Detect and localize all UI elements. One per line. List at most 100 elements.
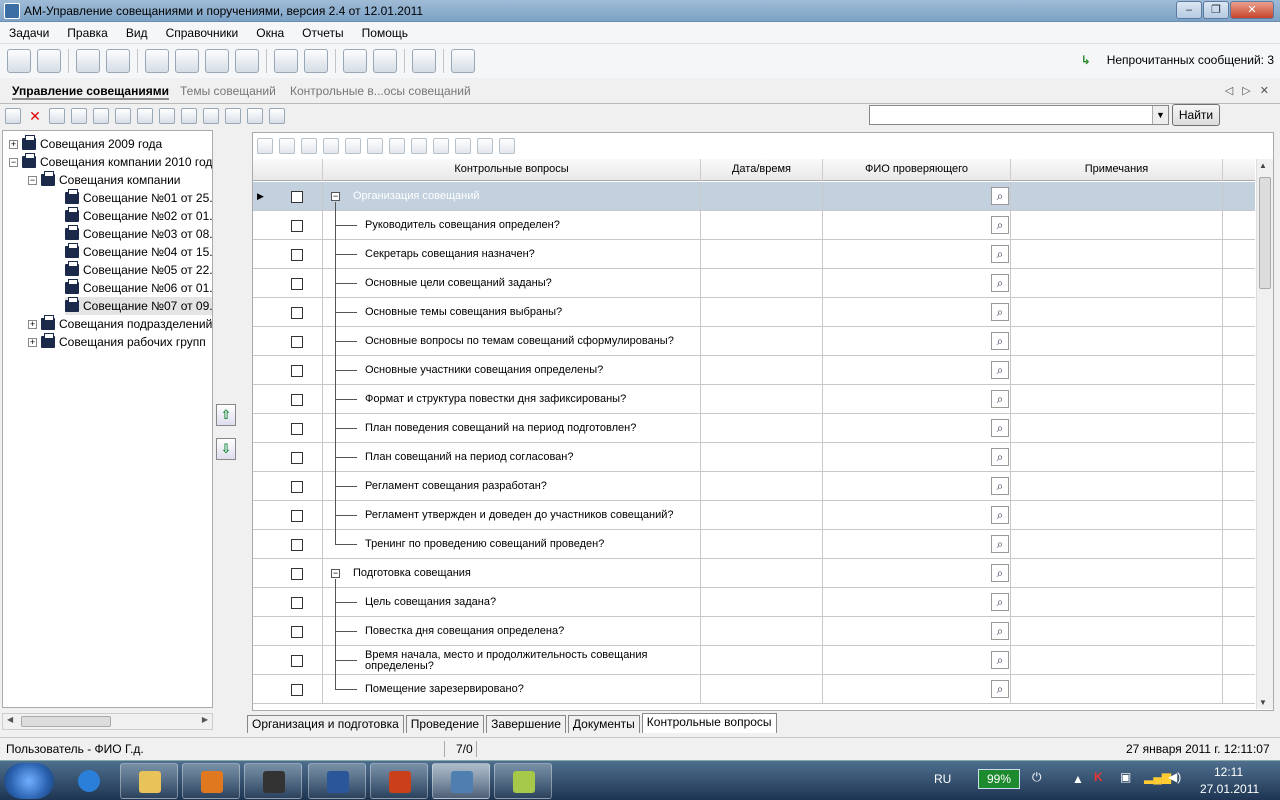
grid-copy-icon[interactable]	[345, 138, 361, 154]
globe-icon[interactable]	[181, 108, 197, 124]
paste-icon[interactable]	[93, 108, 109, 124]
grid-globe-icon[interactable]	[433, 138, 449, 154]
card-icon[interactable]	[412, 49, 436, 73]
menu-edit[interactable]: Правка	[58, 26, 117, 40]
calendar-clock-icon[interactable]	[235, 49, 259, 73]
scroll-thumb[interactable]	[21, 716, 111, 727]
presentation-icon[interactable]	[370, 763, 428, 799]
tree-node[interactable]: Совещание №04 от 15.02.2010	[65, 243, 212, 261]
lookup-inspector-icon[interactable]: ⌕	[991, 419, 1009, 437]
menu-view[interactable]: Вид	[117, 26, 157, 40]
table-row[interactable]: Основные вопросы по темам совещаний сфор…	[253, 327, 1255, 356]
tree-node-selected[interactable]: Совещание №07 от 09.03.2010	[65, 297, 212, 315]
grid-delete-icon[interactable]	[279, 138, 295, 154]
scroll-right-icon[interactable]: ▶	[202, 715, 208, 724]
tab-conduct[interactable]: Проведение	[405, 715, 485, 733]
table-icon[interactable]	[76, 49, 100, 73]
row-checkbox[interactable]	[291, 307, 303, 319]
close-button[interactable]: ✕	[1230, 1, 1274, 19]
clock-date[interactable]: 27.01.2011	[1200, 782, 1259, 796]
explorer-icon[interactable]	[120, 763, 178, 799]
collapse-icon[interactable]: −	[28, 175, 37, 185]
start-button[interactable]	[4, 763, 54, 799]
delete-icon[interactable]: ✕	[27, 108, 43, 124]
header-inspector[interactable]: ФИО проверяющего	[823, 159, 1011, 181]
scroll-up-icon[interactable]: ▲	[1259, 161, 1267, 170]
language-indicator[interactable]: RU	[934, 772, 951, 786]
collapse-icon[interactable]: −	[331, 569, 340, 578]
tab-topics[interactable]: Темы совещаний	[180, 84, 276, 98]
table-row[interactable]: Тренинг по проведению совещаний проведен…	[253, 530, 1255, 559]
grid-settings-icon[interactable]	[411, 138, 427, 154]
print-small-icon[interactable]	[225, 108, 241, 124]
power-plug-icon[interactable]: ⏻	[1032, 770, 1042, 785]
table-row[interactable]: Формат и структура повестки дня зафиксир…	[253, 385, 1255, 414]
expand-icon[interactable]: +	[9, 139, 18, 149]
scroll-down-icon[interactable]: ▼	[1259, 698, 1267, 707]
header-notes[interactable]: Примечания	[1011, 159, 1223, 181]
tree-node[interactable]: − Совещания компании	[28, 171, 180, 189]
media-player-icon[interactable]	[182, 763, 240, 799]
collapse-icon[interactable]: −	[9, 157, 18, 167]
lookup-inspector-icon[interactable]: ⌕	[991, 593, 1009, 611]
exit-small-icon[interactable]	[269, 108, 285, 124]
word-icon[interactable]	[308, 763, 366, 799]
table-row[interactable]: План совещаний на период согласован? ⌕	[253, 443, 1255, 472]
grid-paste-icon[interactable]	[367, 138, 383, 154]
row-checkbox[interactable]	[291, 510, 303, 522]
row-checkbox[interactable]	[291, 655, 303, 667]
lookup-inspector-icon[interactable]: ⌕	[991, 448, 1009, 466]
menu-tasks[interactable]: Задачи	[0, 26, 58, 40]
row-checkbox[interactable]	[291, 336, 303, 348]
document-icon[interactable]	[205, 49, 229, 73]
table-row[interactable]: Время начала, место и продолжительность …	[253, 646, 1255, 675]
grid-excel-icon[interactable]	[455, 138, 471, 154]
row-checkbox[interactable]	[291, 626, 303, 638]
expand-icon[interactable]: +	[28, 319, 37, 329]
row-checkbox[interactable]	[291, 597, 303, 609]
row-checkbox[interactable]	[291, 394, 303, 406]
print-icon[interactable]	[343, 49, 367, 73]
export-excel-icon[interactable]	[203, 108, 219, 124]
row-checkbox[interactable]	[291, 278, 303, 290]
lookup-inspector-icon[interactable]: ⌕	[991, 274, 1009, 292]
table-row[interactable]: Помещение зарезервировано? ⌕	[253, 675, 1255, 704]
row-checkbox[interactable]	[291, 481, 303, 493]
laptop-icon[interactable]	[244, 763, 302, 799]
folder-add-icon[interactable]	[145, 49, 169, 73]
header-questions[interactable]: Контрольные вопросы	[323, 159, 701, 181]
menu-reports[interactable]: Отчеты	[293, 26, 352, 40]
tree-node[interactable]: Совещание №02 от 01.02.2010	[65, 207, 212, 225]
search-dropdown-icon[interactable]: ▼	[1152, 106, 1168, 124]
tree-node[interactable]: + Совещания подразделений	[28, 315, 212, 333]
edit-icon[interactable]	[304, 49, 328, 73]
tree-node[interactable]: − Совещания компании 2010 года	[9, 153, 212, 171]
table-row[interactable]: Основные темы совещания выбраны? ⌕	[253, 298, 1255, 327]
lookup-inspector-icon[interactable]: ⌕	[991, 303, 1009, 321]
tree-node[interactable]: Совещание №06 от 01.03.2010	[65, 279, 212, 297]
device-icon[interactable]: ▣	[1120, 770, 1131, 784]
undo-icon[interactable]	[137, 108, 153, 124]
tree-node[interactable]: Совещание №03 от 08.02.2010	[65, 225, 212, 243]
lookup-inspector-icon[interactable]: ⌕	[991, 361, 1009, 379]
new-icon[interactable]	[5, 108, 21, 124]
network-icon[interactable]: ▂▄▆	[1144, 770, 1171, 784]
collapse-icon[interactable]: −	[331, 192, 340, 201]
clock-time[interactable]: 12:11	[1214, 765, 1243, 779]
search-input[interactable]	[869, 105, 1169, 125]
maximize-button[interactable]: ❐	[1203, 1, 1229, 19]
paint-icon[interactable]	[494, 763, 552, 799]
lookup-inspector-icon[interactable]: ⌕	[991, 506, 1009, 524]
tab-documents[interactable]: Документы	[567, 715, 640, 733]
search-icon[interactable]	[106, 49, 130, 73]
tree-node[interactable]: + Совещания рабочих групп	[28, 333, 206, 351]
grid-vertical-scrollbar[interactable]: ▲ ▼	[1256, 159, 1273, 709]
menu-windows[interactable]: Окна	[247, 26, 293, 40]
row-checkbox[interactable]	[291, 452, 303, 464]
battery-indicator[interactable]: 99%	[978, 769, 1020, 789]
table-row[interactable]: Руководитель совещания определен? ⌕	[253, 211, 1255, 240]
lookup-inspector-icon[interactable]: ⌕	[991, 390, 1009, 408]
row-checkbox[interactable]	[291, 539, 303, 551]
table-row[interactable]: Основные цели совещаний заданы? ⌕	[253, 269, 1255, 298]
volume-icon[interactable]: ◀)	[1168, 770, 1181, 784]
